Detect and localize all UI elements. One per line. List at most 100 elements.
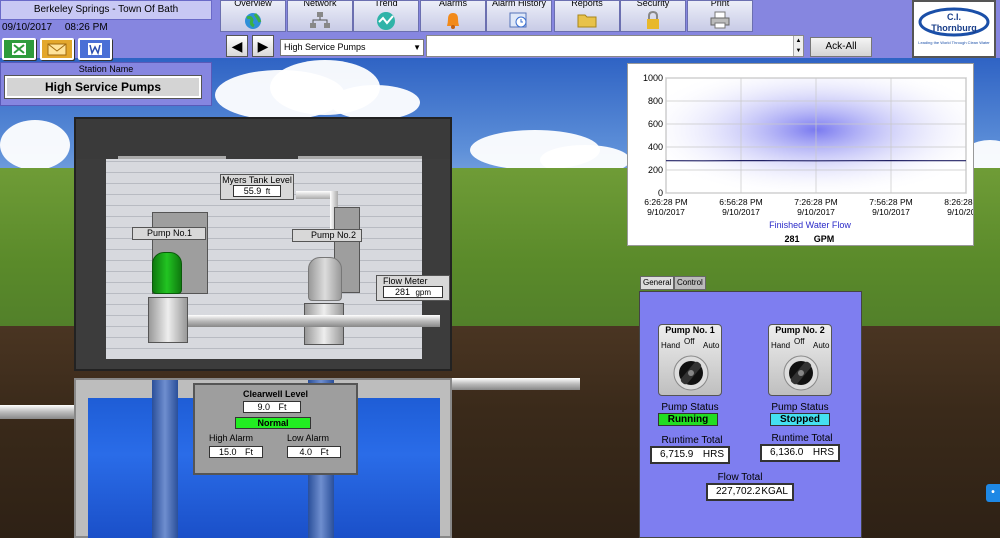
nav-network-button[interactable]: Network — [287, 0, 353, 32]
word-icon — [88, 43, 102, 56]
pump1-runtime-label: Runtime Total — [661, 435, 723, 446]
alarm-history-icon — [509, 12, 527, 28]
discharge-pipe — [188, 315, 440, 327]
y-axis: 02004006008001000 — [643, 73, 663, 198]
flow-trend-chart[interactable]: 0 200 400 600 800 1000 6:26:28 PM 9/10/2017 6:5… — [627, 63, 988, 246]
chart-svg: 02004006008001000 6:26:28 PM9/10/20176:5… — [643, 73, 988, 244]
y-tick-label: 1000 — [643, 73, 663, 83]
selector-knob-icon — [783, 355, 819, 391]
station-select[interactable]: High Service Pumps ▼ — [280, 39, 424, 56]
tank-level-value: 55.9 ft — [233, 185, 281, 197]
pump1-column — [152, 380, 178, 538]
pump2-runtime-number: 6,136.0 — [770, 447, 804, 458]
station-name-button[interactable]: High Service Pumps — [4, 75, 202, 99]
word-export-button[interactable] — [78, 38, 112, 60]
pump1-label: Pump No.1 — [132, 227, 206, 240]
bell-icon — [447, 13, 459, 29]
pump2-status-label: Pump Status — [771, 402, 829, 413]
nav-security-button[interactable]: Security — [620, 0, 686, 32]
pump-house: Myers Tank Level 55.9 ft Pump No.1 Pump … — [74, 117, 452, 371]
pump1-status: Running — [658, 413, 718, 426]
datetime: 09/10/2017 08:26 PM — [0, 22, 212, 34]
logo-line1: C.I. — [947, 12, 961, 22]
x-tick-date: 9/10/2017 — [647, 207, 685, 217]
alarm-message-box[interactable]: ▲ ▼ — [426, 35, 804, 57]
envelope-icon — [47, 43, 67, 56]
flow-meter-label: Flow Meter — [383, 276, 428, 286]
station-header: Station Name — [78, 64, 134, 74]
tab-general[interactable]: General — [640, 276, 675, 290]
tab-control[interactable]: Control — [674, 276, 706, 290]
next-station-button[interactable]: ▶ — [252, 35, 274, 57]
flow-total-number: 227,702.2 — [716, 486, 761, 497]
pump2-runtime-value: 6,136.0 HRS — [760, 444, 840, 462]
pump1-casing — [148, 297, 188, 343]
cloud — [330, 85, 420, 120]
pump2-motor[interactable] — [308, 257, 342, 301]
pump2-dial-title: Pump No. 2 — [775, 325, 825, 335]
nav-label: Security — [636, 0, 670, 8]
pump2-off-label: Off — [794, 337, 805, 346]
tank-level-box: Myers Tank Level 55.9 ft — [220, 174, 294, 200]
y-tick-label: 800 — [648, 96, 663, 106]
pump1-runtime-unit: HRS — [702, 449, 724, 460]
current-flow-unit: GPM — [814, 234, 835, 244]
x-tick-time: 7:26:28 PM — [794, 197, 837, 207]
x-tick-time: 7:56:28 PM — [869, 197, 912, 207]
y-tick-label: 400 — [648, 142, 663, 152]
nav-overview-button[interactable]: Overview — [220, 0, 286, 32]
nav-reports-button[interactable]: Reports — [554, 0, 620, 32]
x-tick-time: 6:26:28 PM — [644, 197, 687, 207]
email-button[interactable] — [40, 38, 74, 60]
nav-alarm-history-button[interactable]: Alarm History — [486, 0, 552, 32]
flow-meter-value: 281 gpm — [383, 286, 443, 298]
flow-meter-unit: gpm — [415, 288, 432, 297]
high-alarm-value[interactable]: 15.0 Ft — [209, 446, 263, 458]
pump2-hoa-switch[interactable]: Pump No. 2 Hand Off Auto — [768, 324, 832, 396]
clearwell-panel: Clearwell Level 9.0 Ft Normal High Alarm… — [193, 383, 358, 475]
ceiling — [76, 119, 450, 159]
low-alarm-value[interactable]: 4.0 Ft — [287, 446, 341, 458]
y-tick-label: 200 — [648, 165, 663, 175]
inlet-pipe — [0, 405, 80, 419]
trend-icon — [377, 12, 395, 30]
nav-label: Alarm History — [491, 0, 546, 8]
cloud — [0, 120, 70, 170]
nav-label: Overview — [234, 0, 272, 8]
right-arrow-icon: ▶ — [257, 38, 269, 54]
clearwell-value: 9.0 Ft — [243, 401, 301, 413]
tank-level-unit: ft — [265, 187, 271, 196]
low-alarm-unit: Ft — [320, 447, 329, 457]
nav-label: Reports — [571, 0, 603, 8]
nav-print-button[interactable]: Print — [687, 0, 753, 32]
series-name: Finished Water Flow — [769, 220, 851, 230]
pump1-hoa-switch[interactable]: Pump No. 1 Hand Off Auto — [658, 324, 722, 396]
chat-icon[interactable]: • — [986, 484, 1000, 502]
station-panel: Station Name High Service Pumps — [0, 62, 212, 106]
ack-all-button[interactable]: Ack-All — [810, 37, 872, 57]
station-select-value: High Service Pumps — [284, 42, 366, 52]
pump2-status: Stopped — [770, 413, 830, 426]
pump-status-panel: Pump No. 1 Hand Off Auto Pump No. 2 Hand… — [639, 291, 862, 538]
pump1-motor[interactable] — [152, 252, 182, 294]
current-flow-value: 281 — [784, 234, 799, 244]
pump1-status-label: Pump Status — [661, 402, 719, 413]
flow-total-unit: KGAL — [761, 486, 788, 497]
logo-swoosh-icon: C.I. Thornburg — [918, 7, 990, 37]
folder-icon — [577, 14, 597, 28]
nav-alarms-button[interactable]: Alarms — [420, 0, 486, 32]
pump1-runtime-value: 6,715.9 HRS — [650, 446, 730, 464]
x-tick-date: 9/10/2017 — [872, 207, 910, 217]
nav-trend-button[interactable]: Trend — [353, 0, 419, 32]
location-label: Berkeley Springs - Town Of Bath — [0, 0, 212, 20]
previous-station-button[interactable]: ◀ — [226, 35, 248, 57]
selector-knob-icon — [673, 355, 709, 391]
flow-meter-number: 281 — [394, 287, 410, 297]
y-tick-label: 600 — [648, 119, 663, 129]
scrollbar[interactable]: ▲ ▼ — [793, 36, 803, 56]
x-tick-date: 9/10/2017 — [797, 207, 835, 217]
flow-total-value: 227,702.2 KGAL — [706, 483, 794, 501]
pump2-hand-label: Hand — [771, 341, 791, 350]
excel-export-button[interactable] — [2, 38, 36, 60]
x-tick-date: 9/10/2017 — [947, 207, 973, 217]
